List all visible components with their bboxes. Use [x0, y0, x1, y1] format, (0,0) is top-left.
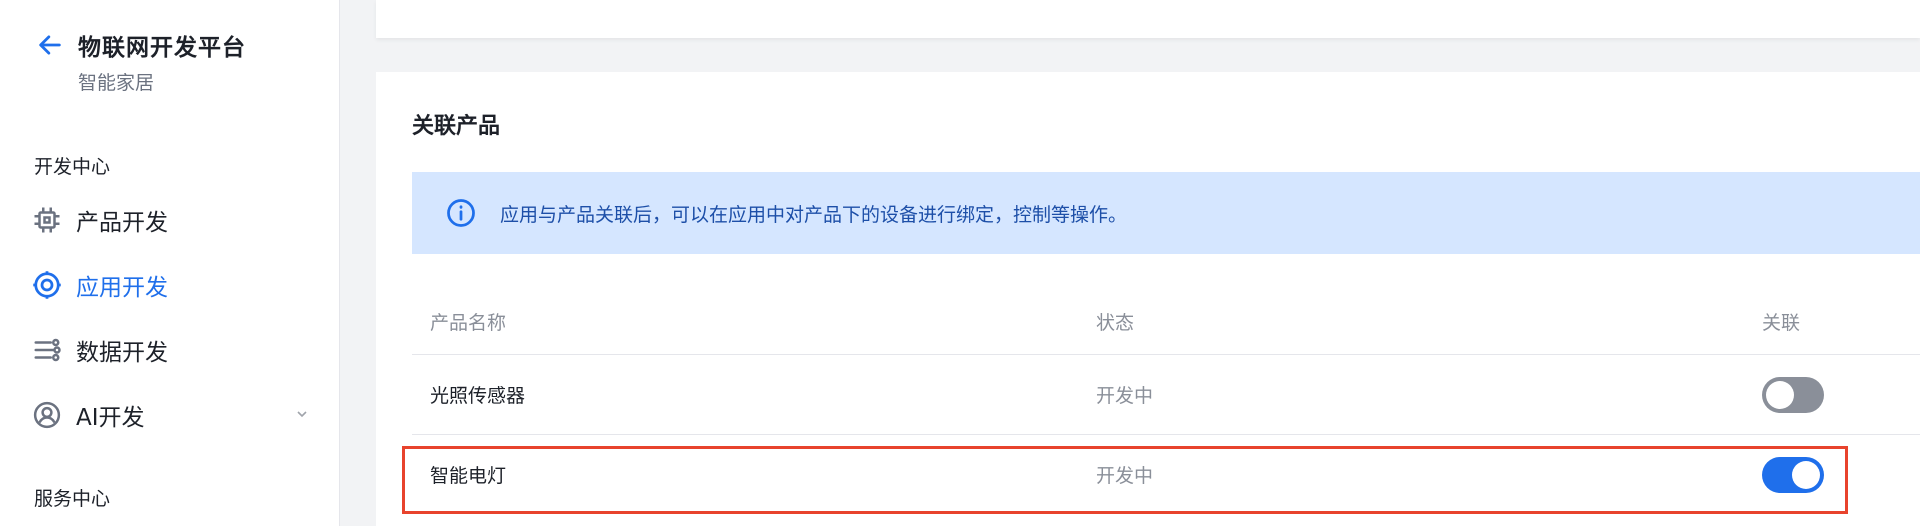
sidebar-item-label: 应用开发: [76, 275, 168, 301]
group-title-dev: 开发中心: [34, 156, 111, 178]
table-row: 光照传感器 开发中: [412, 355, 1920, 435]
top-card: [376, 0, 1920, 38]
column-header-name: 产品名称: [430, 312, 507, 334]
table-row: 智能电灯 开发中: [412, 435, 1920, 515]
platform-title: 物联网开发平台: [78, 35, 246, 61]
ai-icon: [33, 401, 61, 429]
sidebar-item-ai-dev[interactable]: AI开发: [32, 393, 322, 437]
back-arrow-icon[interactable]: [36, 31, 64, 59]
linked-products-card: 关联产品 应用与产品关联后，可以在应用中对产品下的设备进行绑定，控制等操作。 产…: [376, 72, 1920, 526]
sidebar-item-product-dev[interactable]: 产品开发: [32, 198, 322, 242]
chevron-down-icon: [297, 411, 307, 418]
sidebar-header: 物联网开发平台: [36, 28, 246, 62]
toggle-knob: [1792, 461, 1820, 489]
card-title: 关联产品: [412, 114, 501, 139]
chip-icon: [34, 207, 60, 233]
data-flow-icon: [34, 338, 61, 362]
sidebar-item-label: 数据开发: [76, 340, 168, 366]
product-status: 开发中: [1096, 385, 1154, 407]
product-name: 光照传感器: [430, 385, 526, 407]
sidebar-item-label: 产品开发: [76, 210, 168, 236]
link-toggle[interactable]: [1762, 377, 1824, 413]
column-header-link: 关联: [1762, 312, 1801, 334]
product-status: 开发中: [1096, 465, 1154, 487]
link-toggle[interactable]: [1762, 457, 1824, 493]
sidebar: 物联网开发平台 智能家居 开发中心 产品开发 应用开发 数据开发 AI开发 服务…: [0, 0, 340, 526]
sidebar-item-app-dev[interactable]: 应用开发: [32, 263, 322, 307]
project-name: 智能家居: [78, 72, 155, 94]
info-notice: 应用与产品关联后，可以在应用中对产品下的设备进行绑定，控制等操作。: [412, 172, 1920, 254]
column-header-status: 状态: [1096, 312, 1135, 334]
notice-text: 应用与产品关联后，可以在应用中对产品下的设备进行绑定，控制等操作。: [500, 203, 1128, 226]
group-title-service: 服务中心: [34, 488, 111, 510]
product-name: 智能电灯: [430, 465, 507, 487]
app-ring-icon: [33, 271, 61, 299]
sidebar-item-data-dev[interactable]: 数据开发: [32, 328, 322, 372]
toggle-knob: [1766, 381, 1794, 409]
info-icon: [447, 199, 475, 227]
sidebar-item-label: AI开发: [76, 405, 145, 431]
